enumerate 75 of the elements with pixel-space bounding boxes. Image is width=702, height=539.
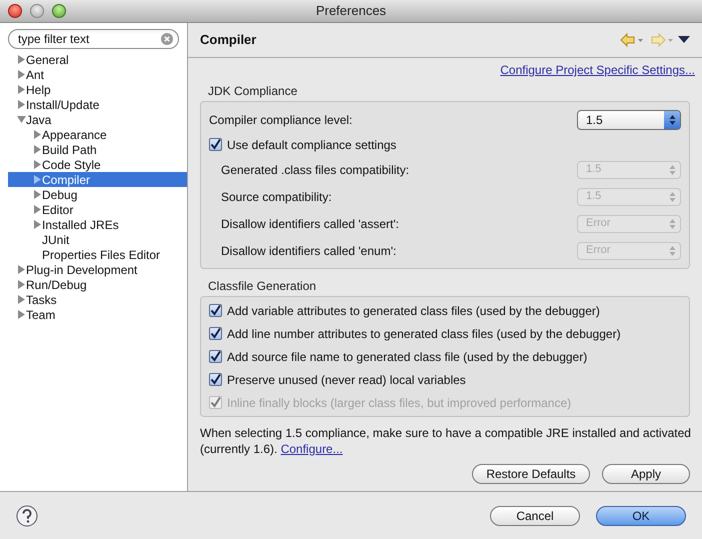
checkbox[interactable]	[209, 350, 222, 363]
tree-item[interactable]: Build Path	[8, 142, 187, 157]
collapsed-triangle-icon[interactable]	[16, 70, 26, 79]
project-settings-link[interactable]: Configure Project Specific Settings...	[500, 61, 695, 79]
tree-item[interactable]: Java	[0, 112, 187, 127]
action-button[interactable]: Restore Defaults	[472, 464, 590, 484]
field-label: Disallow identifiers called 'enum':	[221, 242, 396, 260]
checkbox-label: Preserve unused (never read) local variables	[227, 372, 466, 388]
collapsed-triangle-icon[interactable]	[32, 190, 42, 199]
dialog-button[interactable]: Cancel	[490, 506, 580, 526]
minimize-button[interactable]	[30, 4, 44, 18]
tree-item[interactable]: Plug-in Development	[0, 262, 187, 277]
tree-item[interactable]: Team	[0, 307, 187, 322]
group-title: JDK Compliance	[207, 83, 298, 100]
collapsed-triangle-icon[interactable]	[32, 220, 42, 229]
checkbox-label: Add line number attributes to generated class files (used by the debugger)	[227, 326, 621, 342]
collapsed-triangle-icon[interactable]	[16, 280, 26, 289]
tree-item[interactable]: Install/Update	[0, 97, 187, 112]
field-label: Disallow identifiers called 'assert':	[221, 216, 399, 232]
stepper-arrows-icon	[668, 246, 676, 256]
checkbox[interactable]	[209, 304, 222, 317]
tree-item[interactable]: Editor	[8, 202, 187, 217]
collapsed-triangle-icon[interactable]	[32, 175, 42, 184]
stepper-arrows-icon	[668, 218, 676, 228]
tree-item[interactable]: Debug	[8, 187, 187, 202]
collapsed-triangle-icon[interactable]	[32, 145, 42, 154]
close-button[interactable]	[8, 4, 22, 18]
filter-field[interactable]: type filter text	[8, 29, 179, 49]
tree-item[interactable]: Ant	[0, 67, 187, 82]
collapsed-triangle-icon[interactable]	[32, 205, 42, 214]
tree-item[interactable]: JUnit	[8, 232, 187, 247]
expanded-triangle-icon[interactable]	[16, 115, 26, 124]
checkbox-label: Use default compliance settings	[227, 136, 396, 154]
tree-item[interactable]: Run/Debug	[0, 277, 187, 292]
checkbox[interactable]	[209, 138, 222, 151]
group-title: Classfile Generation	[207, 278, 318, 295]
window-title: Preferences	[316, 2, 386, 20]
checkbox[interactable]	[209, 373, 222, 386]
collapsed-triangle-icon[interactable]	[32, 130, 42, 139]
collapsed-triangle-icon[interactable]	[16, 100, 26, 109]
menu-icon[interactable]	[678, 36, 690, 44]
back-arrow-icon[interactable]	[620, 33, 644, 47]
clear-icon[interactable]	[161, 33, 173, 45]
checkbox-label: Inline finally blocks (larger class files, but improved performance)	[227, 394, 572, 412]
action-button[interactable]: Apply	[602, 464, 690, 484]
tree-item[interactable]: Compiler	[8, 172, 187, 187]
field-label: Compiler compliance level:	[209, 112, 352, 128]
tree-item[interactable]: Help	[0, 82, 187, 97]
compliance-note: When selecting 1.5 compliance, make sure to have a compatible JRE installed and activated (currently 1.6). Configure...	[199, 425, 692, 457]
help-icon[interactable]	[16, 504, 38, 526]
checkbox[interactable]	[209, 327, 222, 340]
zoom-button[interactable]	[52, 4, 66, 18]
collapsed-triangle-icon[interactable]	[16, 265, 26, 274]
tree-item[interactable]: Code Style	[8, 157, 187, 172]
stepper-arrows-icon	[668, 192, 676, 202]
configure-link[interactable]: Configure...	[280, 442, 343, 456]
stepper-arrows-icon	[668, 164, 676, 174]
tree-item[interactable]: General	[0, 52, 187, 67]
tree-item[interactable]: Properties Files Editor	[8, 247, 187, 262]
dialog-button[interactable]: OK	[596, 506, 686, 526]
field-label: Source compatibility:	[221, 188, 332, 206]
page-title: Compiler	[200, 31, 258, 50]
stepper-arrows-icon	[668, 114, 676, 124]
collapsed-triangle-icon[interactable]	[32, 160, 42, 169]
collapsed-triangle-icon[interactable]	[16, 55, 26, 64]
tree-item[interactable]: Appearance	[8, 127, 187, 142]
tree-item[interactable]: Installed JREs	[8, 217, 187, 232]
collapsed-triangle-icon[interactable]	[16, 310, 26, 319]
collapsed-triangle-icon[interactable]	[16, 295, 26, 304]
tree-item[interactable]: Tasks	[0, 292, 187, 307]
checkbox-label: Add source file name to generated class file (used by the debugger)	[227, 348, 588, 366]
dropdown[interactable]: 1.5	[577, 110, 681, 130]
checkbox-label: Add variable attributes to generated class files (used by the debugger)	[227, 302, 600, 320]
field-label: Generated .class files compatibility:	[221, 162, 410, 178]
collapsed-triangle-icon[interactable]	[16, 85, 26, 94]
